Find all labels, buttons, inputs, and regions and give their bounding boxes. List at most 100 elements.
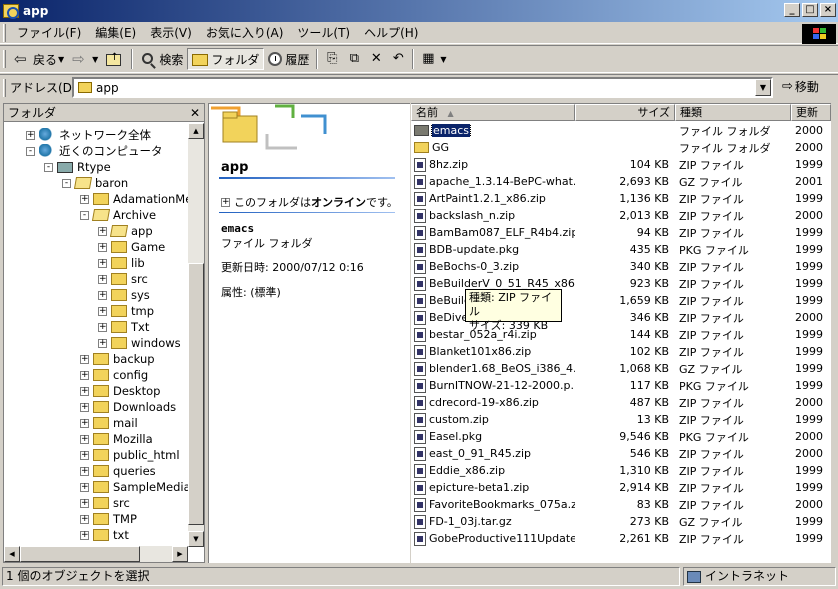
scroll-right-button[interactable]: ▶ bbox=[172, 546, 188, 562]
chevron-down-icon[interactable]: ▼ bbox=[440, 55, 446, 64]
expand-icon[interactable]: + bbox=[80, 434, 89, 444]
collapse-icon[interactable]: - bbox=[80, 210, 89, 220]
collapse-icon[interactable]: - bbox=[26, 146, 35, 156]
close-icon[interactable]: ✕ bbox=[190, 106, 200, 120]
expand-icon[interactable]: + bbox=[98, 242, 107, 252]
expand-icon[interactable]: + bbox=[80, 514, 89, 524]
expand-icon[interactable]: + bbox=[221, 197, 230, 207]
minimize-button[interactable]: _ bbox=[784, 3, 800, 17]
expand-icon[interactable]: + bbox=[98, 290, 107, 300]
forward-button[interactable]: ▼ bbox=[68, 48, 102, 70]
menu-view[interactable]: 表示(V) bbox=[143, 24, 199, 41]
tree-item[interactable]: - Rtype bbox=[44, 159, 111, 175]
tree-item[interactable]: + TMP bbox=[80, 511, 137, 527]
menu-favorites[interactable]: お気に入り(A) bbox=[199, 24, 291, 41]
undo-icon[interactable]: ↶ bbox=[390, 51, 406, 67]
expand-icon[interactable]: + bbox=[80, 466, 89, 476]
tree-item[interactable]: + txt bbox=[80, 527, 129, 543]
file-row[interactable]: Eddie_x86.zip 1,310 KB ZIP ファイル 1999 bbox=[411, 462, 831, 479]
address-input[interactable]: app ▼ bbox=[72, 77, 773, 98]
file-row[interactable]: Easel.pkg 9,546 KB PKG ファイル 2000 bbox=[411, 428, 831, 445]
tree-item[interactable]: + app bbox=[98, 223, 153, 239]
expand-icon[interactable]: + bbox=[80, 450, 89, 460]
tree-item[interactable]: + src bbox=[80, 495, 130, 511]
tree-item[interactable]: + src bbox=[98, 271, 148, 287]
tree-item[interactable]: - 近くのコンピュータ bbox=[26, 143, 163, 159]
file-row[interactable]: BamBam087_ELF_R4b4.zip 94 KB ZIP ファイル 1999 bbox=[411, 224, 831, 241]
file-row[interactable]: 8hz.zip 104 KB ZIP ファイル 1999 bbox=[411, 156, 831, 173]
scroll-up-button[interactable]: ▲ bbox=[188, 123, 204, 139]
history-button[interactable]: 履歴 bbox=[264, 48, 313, 70]
go-button[interactable]: ⇨ 移動 bbox=[782, 78, 819, 95]
file-row[interactable]: apache_1.3.14-BePC-what... 2,693 KB GZ ファイ… bbox=[411, 173, 831, 190]
folder-row[interactable]: emacs ファイル フォルダ 2000 bbox=[411, 122, 831, 139]
file-list-vertical-scrollbar[interactable] bbox=[831, 103, 838, 563]
tree-item[interactable]: + SampleMedia bbox=[80, 479, 188, 495]
expand-icon[interactable]: + bbox=[80, 482, 89, 492]
column-header-size[interactable]: サイズ bbox=[575, 104, 675, 121]
tree-item[interactable]: + Downloads bbox=[80, 399, 176, 415]
tree-item[interactable]: + mail bbox=[80, 415, 138, 431]
file-row[interactable]: Blanket101x86.zip 102 KB ZIP ファイル 1999 bbox=[411, 343, 831, 360]
file-row[interactable]: backslash_n.zip 2,013 KB ZIP ファイル 2000 bbox=[411, 207, 831, 224]
tree-item[interactable]: + Txt bbox=[98, 319, 149, 335]
scroll-thumb[interactable] bbox=[188, 263, 204, 525]
scroll-down-button[interactable]: ▼ bbox=[188, 531, 204, 547]
file-row[interactable]: cdrecord-19-x86.zip 487 KB ZIP ファイル 2000 bbox=[411, 394, 831, 411]
tree-item[interactable]: + sys bbox=[98, 287, 150, 303]
folder-tree-horizontal-scrollbar[interactable]: ◀ ▶ bbox=[4, 546, 188, 562]
tree-item[interactable]: + public_html bbox=[80, 447, 180, 463]
tree-item[interactable]: + lib bbox=[98, 255, 145, 271]
file-row[interactable]: BurnITNOW-21-12-2000.p... 117 KB PKG ファイル 1… bbox=[411, 377, 831, 394]
expand-icon[interactable]: + bbox=[98, 338, 107, 348]
file-row[interactable]: FavoriteBookmarks_075a.zip 83 KB ZIP ファイル 2… bbox=[411, 496, 831, 513]
scroll-left-button[interactable]: ◀ bbox=[4, 546, 20, 562]
expand-icon[interactable]: + bbox=[80, 402, 89, 412]
tree-item[interactable]: + Game bbox=[98, 239, 165, 255]
expand-icon[interactable]: + bbox=[26, 130, 35, 140]
delete-icon[interactable]: ✕ bbox=[368, 51, 384, 67]
expand-icon[interactable]: + bbox=[98, 226, 107, 236]
toolbar-grip[interactable] bbox=[3, 50, 6, 68]
file-row[interactable]: BeBochs-0_3.zip 340 KB ZIP ファイル 1999 bbox=[411, 258, 831, 275]
search-button[interactable]: 検索 bbox=[136, 48, 187, 70]
column-header-name[interactable]: 名前 ▲ bbox=[411, 104, 575, 121]
expand-icon[interactable]: + bbox=[80, 498, 89, 508]
expand-icon[interactable]: + bbox=[80, 354, 89, 364]
chevron-down-icon[interactable]: ▼ bbox=[755, 79, 771, 96]
chevron-down-icon[interactable]: ▼ bbox=[92, 55, 98, 64]
tree-item[interactable]: + Desktop bbox=[80, 383, 160, 399]
folder-tree-vertical-scrollbar[interactable]: ▲ ▼ bbox=[188, 123, 204, 547]
maximize-button[interactable]: □ bbox=[802, 3, 818, 17]
tree-item[interactable]: + backup bbox=[80, 351, 155, 367]
file-row[interactable]: FD-1_03j.tar.gz 273 KB GZ ファイル 1999 bbox=[411, 513, 831, 530]
file-row[interactable]: GobeProductive111Update... 2,261 KB ZIP ファ… bbox=[411, 530, 831, 547]
toolbar-grip[interactable] bbox=[3, 78, 6, 97]
menu-help[interactable]: ヘルプ(H) bbox=[357, 24, 425, 41]
back-button[interactable]: 戻る ▼ bbox=[10, 48, 68, 70]
tree-item[interactable]: - baron bbox=[62, 175, 128, 191]
tree-item[interactable]: + Mozilla bbox=[80, 431, 153, 447]
scroll-thumb[interactable] bbox=[20, 546, 140, 562]
file-row[interactable]: epicture-beta1.zip 2,914 KB ZIP ファイル 1999 bbox=[411, 479, 831, 496]
expand-icon[interactable]: + bbox=[98, 306, 107, 316]
tree-item[interactable]: + config bbox=[80, 367, 148, 383]
up-folder-button[interactable] bbox=[102, 48, 128, 70]
copy-to-icon[interactable]: ⧉ bbox=[346, 51, 362, 67]
column-header-modified[interactable]: 更新 bbox=[791, 104, 831, 121]
tree-item[interactable]: - Archive bbox=[80, 207, 156, 223]
collapse-icon[interactable]: - bbox=[44, 162, 53, 172]
expand-icon[interactable]: + bbox=[80, 370, 89, 380]
expand-icon[interactable]: + bbox=[80, 194, 89, 204]
expand-icon[interactable]: + bbox=[98, 258, 107, 268]
collapse-icon[interactable]: - bbox=[62, 178, 71, 188]
column-header-type[interactable]: 種類 bbox=[675, 104, 791, 121]
chevron-down-icon[interactable]: ▼ bbox=[58, 55, 64, 64]
expand-icon[interactable]: + bbox=[80, 386, 89, 396]
expand-icon[interactable]: + bbox=[80, 530, 89, 540]
file-row[interactable]: BDB-update.pkg 435 KB PKG ファイル 1999 bbox=[411, 241, 831, 258]
folder-row[interactable]: GG ファイル フォルダ 2000 bbox=[411, 139, 831, 156]
file-row[interactable]: blender1.68_BeOS_i386_4.5... 1,068 KB GZ フ… bbox=[411, 360, 831, 377]
close-button[interactable]: × bbox=[820, 3, 836, 17]
file-row[interactable]: custom.zip 13 KB ZIP ファイル 1999 bbox=[411, 411, 831, 428]
